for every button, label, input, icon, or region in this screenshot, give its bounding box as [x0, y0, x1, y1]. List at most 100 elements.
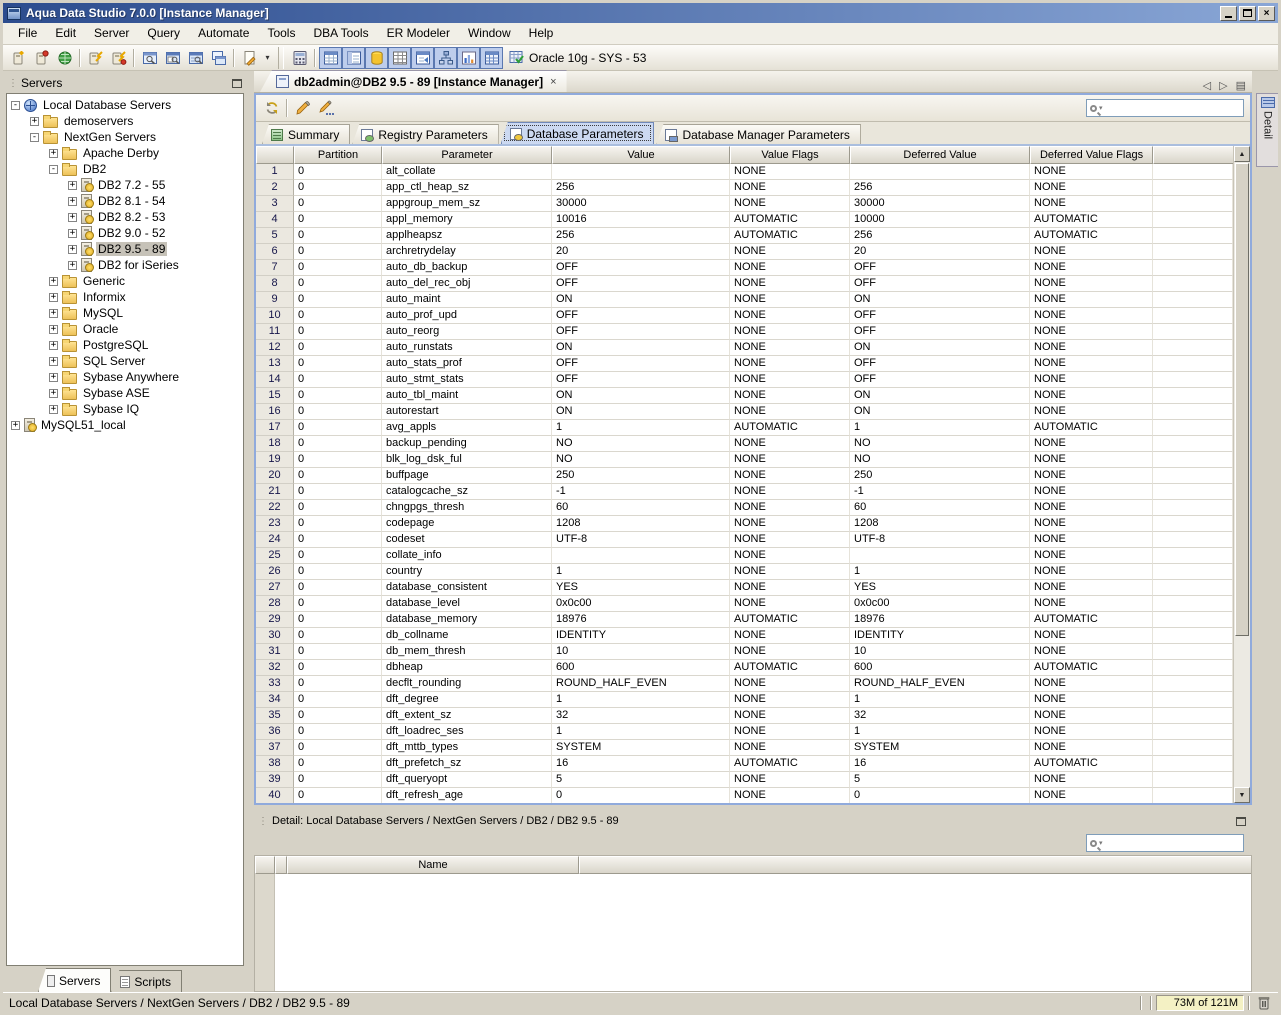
table-row[interactable]: 28 0 database_level 0x0c00 NONE 0x0c00 NONE — [256, 596, 1233, 612]
table-cell[interactable]: AUTOMATIC — [1030, 660, 1153, 676]
garbage-collect-button[interactable] — [1254, 992, 1274, 1014]
table-cell[interactable]: NONE — [1030, 548, 1153, 564]
tree-item-sybase-iq[interactable]: + Sybase IQ — [7, 401, 243, 417]
tree-expander-icon[interactable]: - — [49, 164, 58, 174]
tree-item-sql-server[interactable]: + SQL Server — [7, 353, 243, 369]
table-cell[interactable]: catalogcache_sz — [382, 484, 552, 500]
table-row[interactable]: 19 0 blk_log_dsk_ful NO NONE NO NONE — [256, 452, 1233, 468]
column-header-value-flags[interactable]: Value Flags — [730, 146, 850, 164]
table-cell[interactable]: NONE — [1030, 628, 1153, 644]
table-cell[interactable]: NONE — [1030, 292, 1153, 308]
view-toggle-form[interactable] — [342, 46, 365, 69]
tree-item-db2-9-0-52[interactable]: + DB2 9.0 - 52 — [7, 225, 243, 241]
table-cell[interactable]: NONE — [1030, 436, 1153, 452]
table-cell[interactable]: NONE — [1030, 276, 1153, 292]
table-cell[interactable]: appgroup_mem_sz — [382, 196, 552, 212]
table-cell[interactable]: 0 — [294, 660, 382, 676]
table-cell[interactable]: 30000 — [552, 196, 730, 212]
table-row[interactable]: 32 0 dbheap 600 AUTOMATIC 600 AUTOMATIC — [256, 660, 1233, 676]
table-cell[interactable]: ON — [552, 292, 730, 308]
table-cell[interactable]: OFF — [850, 308, 1030, 324]
detail-search-input[interactable] — [1104, 837, 1240, 849]
table-row[interactable]: 34 0 dft_degree 1 NONE 1 NONE — [256, 692, 1233, 708]
table-cell[interactable]: 0 — [294, 164, 382, 180]
table-cell[interactable]: app_ctl_heap_sz — [382, 180, 552, 196]
table-cell[interactable]: NONE — [1030, 260, 1153, 276]
table-cell[interactable]: 0 — [294, 260, 382, 276]
table-row[interactable]: 35 0 dft_extent_sz 32 NONE 32 NONE — [256, 708, 1233, 724]
table-cell[interactable]: NONE — [730, 468, 850, 484]
table-cell[interactable]: NONE — [730, 580, 850, 596]
table-cell[interactable]: 600 — [850, 660, 1030, 676]
table-cell[interactable]: NONE — [1030, 196, 1153, 212]
view-toggle-schedule[interactable] — [411, 46, 434, 69]
table-cell[interactable]: 0 — [294, 516, 382, 532]
prev-tab-icon[interactable]: ◁ — [1203, 79, 1211, 92]
table-cell[interactable]: 0 — [294, 404, 382, 420]
table-cell[interactable]: IDENTITY — [850, 628, 1030, 644]
table-cell[interactable]: 256 — [552, 228, 730, 244]
table-cell[interactable]: 0 — [294, 644, 382, 660]
connect-server-button[interactable] — [53, 47, 76, 69]
table-cell[interactable]: 10 — [552, 644, 730, 660]
table-cell[interactable]: codepage — [382, 516, 552, 532]
edit-parameter-button[interactable] — [291, 97, 314, 119]
table-row[interactable]: 23 0 codepage 1208 NONE 1208 NONE — [256, 516, 1233, 532]
tree-item-db2-7-2-55[interactable]: + DB2 7.2 - 55 — [7, 177, 243, 193]
table-row[interactable]: 37 0 dft_mttb_types SYSTEM NONE SYSTEM NONE — [256, 740, 1233, 756]
maximize-button[interactable] — [1239, 5, 1256, 21]
float-panel-button[interactable] — [232, 78, 242, 88]
menu-item-tools[interactable]: Tools — [258, 24, 304, 43]
menu-item-server[interactable]: Server — [85, 24, 138, 43]
table-cell[interactable]: NONE — [1030, 532, 1153, 548]
tree-item-local-database-servers[interactable]: - Local Database Servers — [7, 97, 243, 113]
tab-summary[interactable]: Summary — [262, 124, 351, 144]
menu-item-file[interactable]: File — [9, 24, 46, 43]
new-file-button[interactable] — [238, 47, 261, 69]
table-cell[interactable]: OFF — [850, 260, 1030, 276]
table-cell[interactable]: NONE — [730, 692, 850, 708]
menu-item-er-modeler[interactable]: ER Modeler — [378, 24, 459, 43]
table-cell[interactable]: NONE — [1030, 676, 1153, 692]
table-cell[interactable]: dbheap — [382, 660, 552, 676]
table-cell[interactable]: YES — [552, 580, 730, 596]
sidebar-tab-scripts[interactable]: Scripts — [111, 970, 183, 992]
table-row[interactable]: 27 0 database_consistent YES NONE YES NONE — [256, 580, 1233, 596]
table-cell[interactable]: NONE — [1030, 372, 1153, 388]
table-cell[interactable]: 32 — [850, 708, 1030, 724]
menu-item-help[interactable]: Help — [520, 24, 563, 43]
tab-list-icon[interactable]: ▤ — [1236, 79, 1246, 92]
table-cell[interactable]: NONE — [730, 644, 850, 660]
table-row[interactable]: 8 0 auto_del_rec_obj OFF NONE OFF NONE — [256, 276, 1233, 292]
table-row[interactable]: 25 0 collate_info NONE NONE — [256, 548, 1233, 564]
table-cell[interactable]: 10016 — [552, 212, 730, 228]
column-header-deferred-value[interactable]: Deferred Value — [850, 146, 1030, 164]
table-cell[interactable]: 250 — [850, 468, 1030, 484]
tree-expander-icon[interactable]: + — [49, 308, 58, 318]
table-cell[interactable]: NONE — [730, 596, 850, 612]
table-cell[interactable]: NONE — [730, 276, 850, 292]
table-cell[interactable]: NONE — [730, 180, 850, 196]
table-cell[interactable]: ON — [552, 404, 730, 420]
table-cell[interactable]: NONE — [730, 724, 850, 740]
table-row[interactable]: 15 0 auto_tbl_maint ON NONE ON NONE — [256, 388, 1233, 404]
table-cell[interactable]: 1 — [850, 692, 1030, 708]
table-cell[interactable]: NONE — [1030, 308, 1153, 324]
table-cell[interactable]: NONE — [1030, 708, 1153, 724]
table-cell[interactable]: country — [382, 564, 552, 580]
table-cell[interactable]: appl_memory — [382, 212, 552, 228]
table-cell[interactable]: OFF — [552, 260, 730, 276]
table-cell[interactable]: NONE — [730, 788, 850, 803]
table-cell[interactable] — [552, 548, 730, 564]
table-cell[interactable]: 0 — [294, 772, 382, 788]
table-cell[interactable]: NONE — [1030, 772, 1153, 788]
table-cell[interactable]: dft_refresh_age — [382, 788, 552, 803]
table-cell[interactable]: 250 — [552, 468, 730, 484]
table-cell[interactable]: NONE — [1030, 356, 1153, 372]
tree-item-generic[interactable]: + Generic — [7, 273, 243, 289]
tree-expander-icon[interactable]: + — [49, 276, 58, 286]
column-header-deferred-value-flags[interactable]: Deferred Value Flags — [1030, 146, 1153, 164]
view-toggle-storage[interactable] — [365, 46, 388, 69]
table-cell[interactable]: 0x0c00 — [552, 596, 730, 612]
connection-selector[interactable]: Oracle 10g - SYS - 53 — [503, 49, 652, 66]
